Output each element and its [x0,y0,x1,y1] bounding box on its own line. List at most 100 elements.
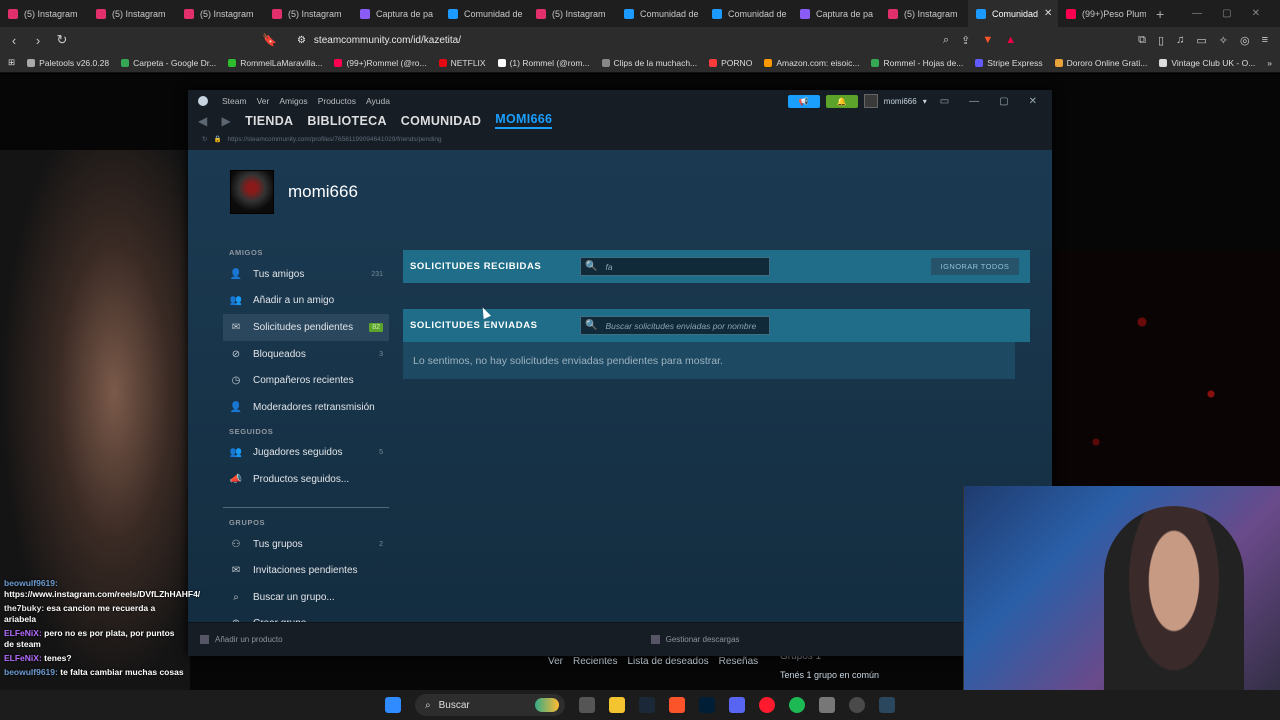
refresh-icon[interactable]: ↻ [202,135,207,143]
zoom-icon[interactable]: ⌕ [943,34,949,47]
url-field[interactable]: 🔖 ⚙ steamcommunity.com/id/kazetita/ [262,33,461,47]
sidebar-item[interactable]: 👤 Moderadores retransmisión [223,394,389,421]
account-name[interactable]: momi666 [884,97,917,106]
browser-tab[interactable]: (5) Instagram [88,0,176,27]
minimize-icon[interactable]: — [1192,8,1202,19]
wallet-icon[interactable]: ▭ [1196,34,1206,47]
sidebar-item[interactable]: ✉ Solicitudes pendientes 82 [223,314,389,341]
nav-tab[interactable]: MOMI666 [495,112,553,129]
browser-tab[interactable]: (99+)Peso Plum [1058,0,1146,27]
maximize-icon[interactable]: ▢ [992,96,1015,107]
sidebar-item[interactable]: ⊘ Bloqueados 3 [223,341,389,368]
avatar[interactable] [230,170,274,214]
announcements-button[interactable]: 📢 [787,94,820,108]
bookmark-item[interactable]: Stripe Express [975,58,1043,68]
profile-name[interactable]: momi666 [288,182,358,202]
received-search-input[interactable]: 🔍 fa [580,257,770,276]
share-icon[interactable]: ⇪ [961,34,970,47]
bookmark-item[interactable]: (1) Rommel (@rom... [497,58,590,68]
bookmark-item[interactable]: Amazon.com: eisoic... [764,58,859,68]
close-icon[interactable]: ✕ [1044,8,1052,19]
opera-icon[interactable] [759,697,775,713]
forward-icon[interactable]: › [28,33,48,48]
close-icon[interactable]: ✕ [1252,8,1260,19]
bookmark-item[interactable]: Clips de la muchach... [601,58,697,68]
ignore-all-button[interactable]: IGNORAR TODOS [931,258,1019,275]
photoshop-icon[interactable] [699,697,715,713]
brave-taskbar-icon[interactable] [669,697,685,713]
extensions-icon[interactable]: ⧉ [1138,34,1146,47]
browser-tab[interactable]: (5) Instagram [528,0,616,27]
browser-tab[interactable]: Comunidad de [704,0,792,27]
bookmark-item[interactable]: RommelLaMaravilla... [228,58,322,68]
nav-tab[interactable]: TIENDA [245,114,293,128]
sidebar-item[interactable]: ⊕Crear grupo... [223,611,389,622]
sidebar-item[interactable]: 📣 Productos seguidos... [223,466,389,493]
manage-downloads-button[interactable]: Gestionar descargas [650,635,739,644]
bookmark-item[interactable]: Vintage Club UK - O... [1159,58,1255,68]
site-info-icon[interactable]: ⚙ [297,35,306,46]
profile-link[interactable]: Recientes [573,656,617,667]
new-tab-button[interactable]: + [1146,6,1174,22]
bookmark-icon[interactable]: 🔖 [262,33,277,47]
menu-icon[interactable]: ≡ [1262,34,1268,46]
browser-tab[interactable]: Captura de pa [792,0,880,27]
taskbar-search[interactable]: ⌕ Buscar [415,694,565,716]
account-avatar[interactable] [863,94,878,108]
sidebar-item[interactable]: ◷ Compañeros recientes [223,367,389,394]
close-icon[interactable]: ✕ [1022,96,1044,107]
browser-tab[interactable]: Comunidad de [440,0,528,27]
sidebar-item[interactable]: 👥 Añadir a un amigo [223,288,389,315]
bookmark-item[interactable]: (99+)Rommel (@ro... [334,58,427,68]
sidebar-item[interactable]: 👥 Jugadores seguidos 5 [223,440,389,467]
music-icon[interactable]: ♫ [1176,34,1184,46]
sidebar-item[interactable]: 👤 Tus amigos 231 [223,261,389,288]
browser-tab[interactable]: (5) Instagram [176,0,264,27]
bookmark-item[interactable]: NETFLIX [438,58,486,68]
apps-icon[interactable]: ⊞ [8,57,15,68]
reload-icon[interactable]: ↻ [52,32,72,48]
steam-menu-item[interactable]: Amigos [279,96,307,106]
browser-tab[interactable]: Captura de pa [352,0,440,27]
widget-icon[interactable] [535,698,559,712]
spotify-icon[interactable] [789,697,805,713]
brave-shield-icon[interactable]: ▼ [982,34,993,46]
obs-icon[interactable] [849,697,865,713]
task-view-icon[interactable] [579,697,595,713]
browser-tab[interactable]: (5) Instagram [0,0,88,27]
steam-taskbar-icon[interactable] [639,697,655,713]
notifications-button[interactable]: 🔔 [825,94,858,108]
back-arrow-icon[interactable]: ◀ [198,114,208,128]
vpn-icon[interactable]: ◎ [1240,34,1250,47]
minimize-icon[interactable]: — [962,96,986,107]
browser-tab[interactable]: Comunidad ✕ [968,0,1058,27]
bookmark-item[interactable]: PORNO [709,58,752,68]
steam-menu-item[interactable]: Ver [257,96,270,106]
profile-link[interactable]: Reseñas [719,656,758,667]
nav-tab[interactable]: COMUNIDAD [401,114,481,128]
sidebar-icon[interactable]: ▯ [1158,34,1164,47]
sent-search-input[interactable]: 🔍 Buscar solicitudes enviadas por nombre [580,316,770,335]
sidebar-item[interactable]: ⌕ Buscar un grupo... [223,584,389,611]
sidebar-item[interactable]: ✉ Invitaciones pendientes [223,557,389,584]
leo-icon[interactable]: ✧ [1219,34,1228,47]
bookmark-item[interactable]: Rommel - Hojas de... [871,58,963,68]
more-bookmarks-icon[interactable]: » [1267,58,1272,68]
nav-tab[interactable]: BIBLIOTECA [307,114,386,128]
bookmark-item[interactable]: Carpeta - Google Dr... [121,58,216,68]
chevron-down-icon[interactable]: ▾ [923,97,927,106]
file-explorer-icon[interactable] [609,697,625,713]
profile-link[interactable]: Ver [548,656,563,667]
windows-start-icon[interactable] [385,697,401,713]
app-icon[interactable] [819,697,835,713]
browser-tab[interactable]: (5) Instagram [264,0,352,27]
steam-alt-icon[interactable] [879,697,895,713]
add-product-button[interactable]: Añadir un producto [200,635,283,644]
big-picture-icon[interactable]: ▭ [933,96,956,107]
brave-rewards-icon[interactable]: ▲ [1005,34,1016,46]
browser-tab[interactable]: Comunidad de [616,0,704,27]
bookmark-item[interactable]: Paletools v26.0.28 [27,58,109,68]
maximize-icon[interactable]: ▢ [1222,8,1231,19]
steam-menu-item[interactable]: Ayuda [366,96,390,106]
profile-link[interactable]: Lista de deseados [627,656,708,667]
